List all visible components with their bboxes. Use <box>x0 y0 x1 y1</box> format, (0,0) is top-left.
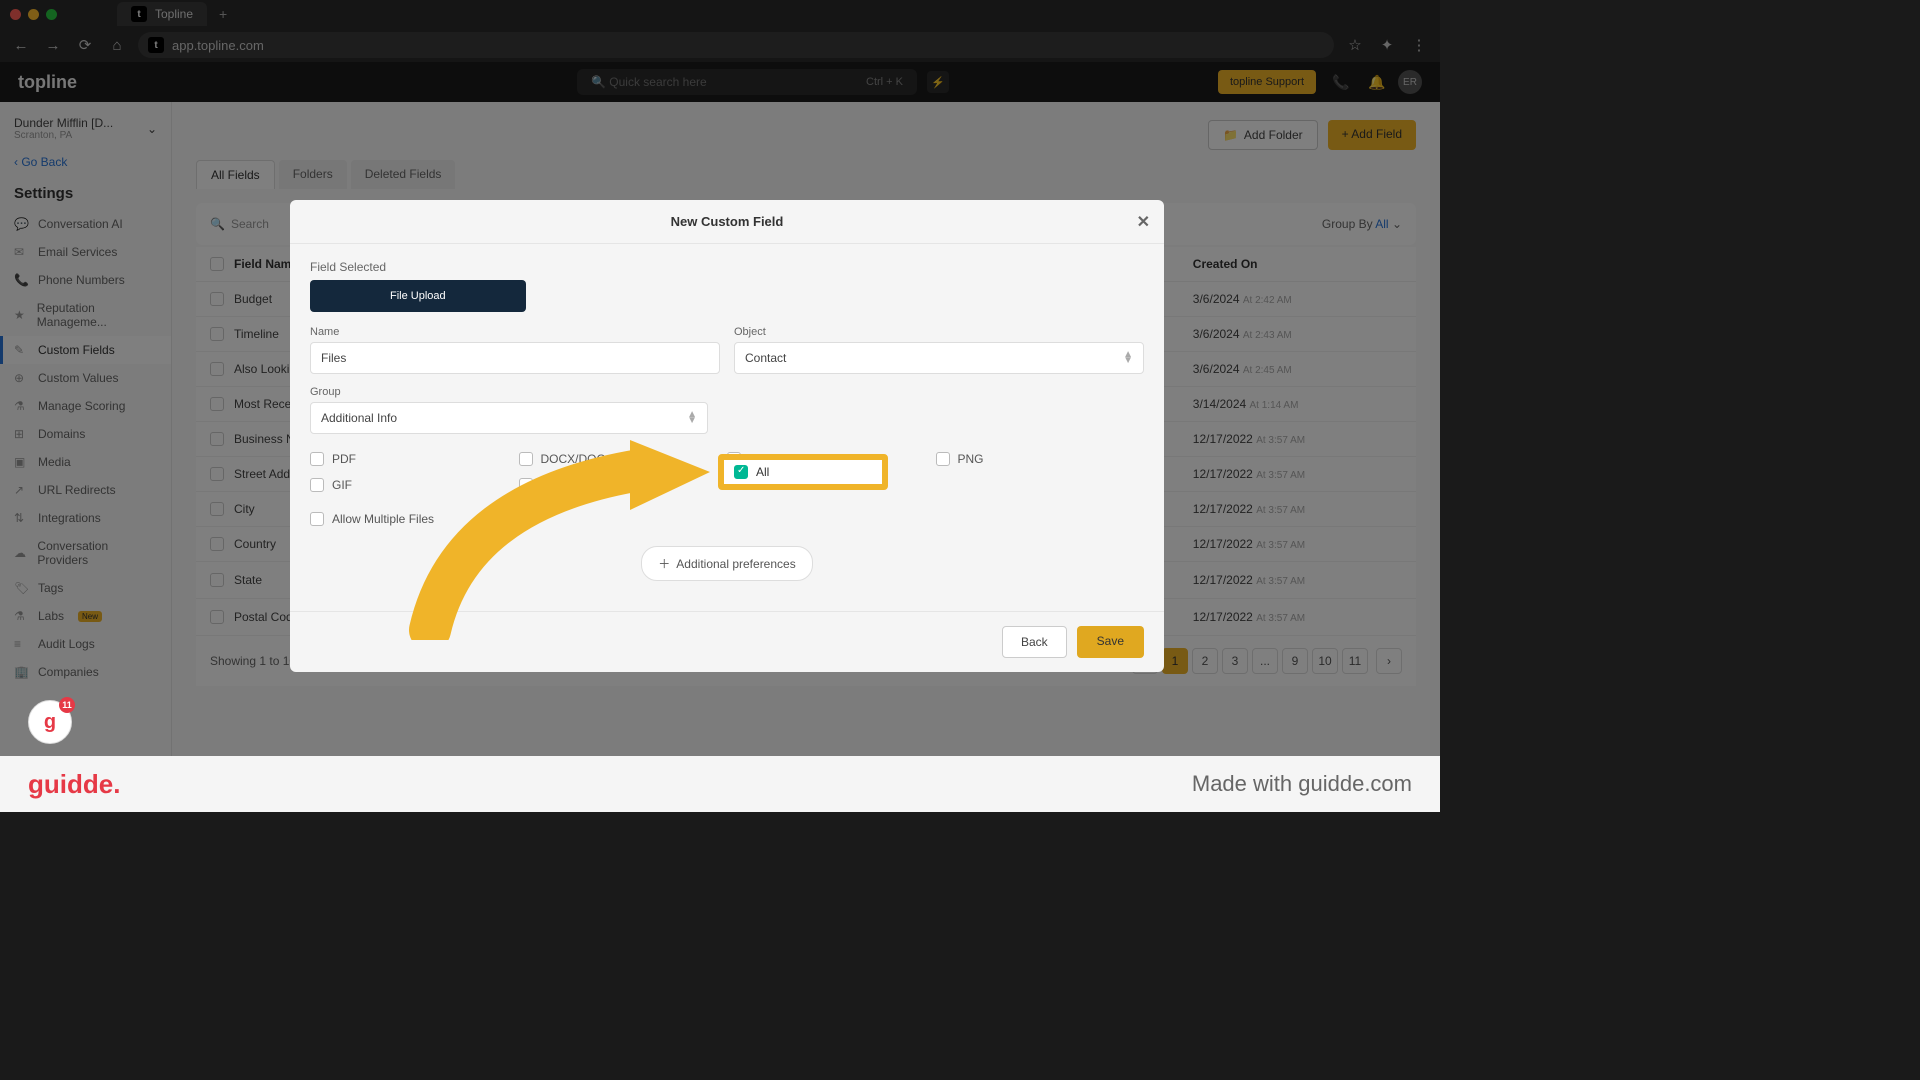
field-type-pill[interactable]: File Upload <box>310 280 526 312</box>
filetype-checkbox[interactable]: DOCX/DOC <box>519 446 728 472</box>
all-checkbox[interactable] <box>734 465 748 479</box>
additional-preferences-button[interactable]: ＋ Additional preferences <box>641 546 812 581</box>
guidde-logo: guidde. <box>28 769 120 800</box>
save-button[interactable]: Save <box>1077 626 1144 658</box>
object-label: Object <box>734 326 1144 338</box>
back-button[interactable]: Back <box>1002 626 1067 658</box>
allow-multiple-checkbox[interactable]: Allow Multiple Files <box>310 506 519 532</box>
filetype-checkbox[interactable]: XLS <box>519 472 728 498</box>
close-icon[interactable]: ✕ <box>1137 212 1150 232</box>
object-select[interactable]: Contact▲▼ <box>734 342 1144 374</box>
updown-icon: ▲▼ <box>1123 352 1133 364</box>
updown-icon: ▲▼ <box>687 412 697 424</box>
guidde-footer: guidde. Made with guidde.com <box>0 756 1440 812</box>
name-input[interactable]: Files <box>310 342 720 374</box>
filetype-checkbox[interactable]: GIF <box>310 472 519 498</box>
all-label: All <box>756 465 769 479</box>
highlight-all-checkbox[interactable]: All <box>718 454 888 490</box>
guidde-bubble[interactable]: g11 <box>28 700 72 744</box>
filetype-checkbox[interactable]: PDF <box>310 446 519 472</box>
field-selected-label: Field Selected <box>310 260 1144 274</box>
group-select[interactable]: Additional Info▲▼ <box>310 402 708 434</box>
name-label: Name <box>310 326 720 338</box>
new-custom-field-modal: New Custom Field ✕ Field Selected File U… <box>290 200 1164 672</box>
filetype-checkbox[interactable]: PNG <box>936 446 1145 472</box>
guidde-badge: 11 <box>59 697 75 713</box>
modal-title: New Custom Field <box>671 214 784 229</box>
guidde-attribution: Made with guidde.com <box>1192 771 1412 797</box>
group-label: Group <box>310 386 708 398</box>
